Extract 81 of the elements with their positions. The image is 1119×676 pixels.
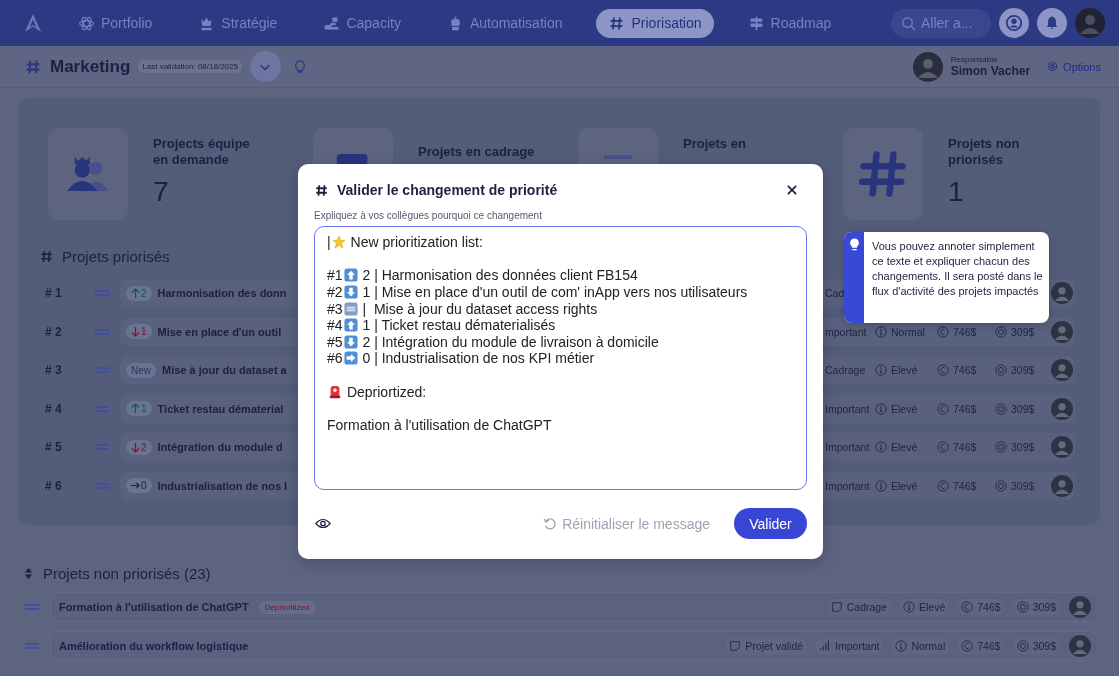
project-attribute: 746$ — [977, 601, 1001, 613]
rank-number: # 1 — [45, 286, 63, 300]
project-attribute: 309$ — [1011, 479, 1035, 492]
project-attribute: Projet validé — [745, 640, 804, 652]
project-attribute: 746$ — [953, 441, 977, 453]
rank-number: # 3 — [45, 363, 63, 377]
status-tag: Deprioritized — [258, 600, 316, 614]
message-text: #1 — [327, 267, 343, 284]
message-text: New prioritization list: — [349, 234, 483, 251]
project-attribute: Normal — [891, 325, 925, 338]
rank-change-badge: 1 — [126, 401, 152, 416]
section-title: Projets non priorisés (23) — [43, 565, 211, 582]
message-text: 0 | Industrialisation de nos KPI métier — [361, 350, 595, 367]
message-text: #4 — [327, 317, 343, 334]
project-title: Mise en place d'un outil — [157, 325, 282, 338]
section-title: Projets priorisés — [62, 248, 170, 265]
project-attribute: Normal — [911, 640, 946, 652]
stat-title: Projets non priorisés — [948, 136, 1021, 168]
project-attribute: Cadrage — [825, 364, 866, 376]
dialog-title: Valider le changement de priorité — [337, 182, 558, 198]
project-attribute: 309$ — [1011, 325, 1035, 338]
rank-change-badge: 0 — [126, 478, 152, 493]
project-title: Intégration du module d — [157, 441, 283, 453]
project-attribute: 746$ — [953, 325, 977, 338]
message-text: 1 | Ticket restau dématerialisés — [361, 317, 556, 334]
project-attribute: Important — [835, 640, 880, 652]
stat-value: 7 — [153, 176, 170, 208]
message-text: #5 — [327, 333, 343, 350]
project-attribute: Elevé — [891, 402, 918, 415]
project-title: Mise à jour du dataset a — [162, 364, 287, 376]
project-attribute: 746$ — [977, 640, 1001, 652]
project-title: Harmonisation des donn — [157, 287, 287, 299]
project-attribute: 309$ — [1032, 640, 1056, 652]
project-attribute: Elevé — [919, 601, 946, 613]
project-title: Amélioration du workflow logistique — [59, 640, 249, 652]
message-text: 2 | Harmonisation des données client FB154 — [361, 267, 638, 284]
rank-number: # 2 — [45, 324, 63, 339]
rank-number: # 5 — [45, 440, 63, 454]
project-attribute: 746$ — [953, 364, 977, 376]
project-title: Industrialisation de nos I — [157, 479, 288, 492]
project-attribute: 746$ — [953, 479, 977, 492]
stat-value: 1 — [948, 176, 965, 208]
project-title: Formation à l'utilisation de ChatGPT — [59, 601, 249, 613]
message-text: 2 | Intégration du module de livraison à domicile — [361, 333, 659, 350]
message-text: Depriortized: — [345, 383, 427, 400]
stat-title: Projets en — [683, 136, 747, 152]
rank-number: # 4 — [45, 401, 63, 416]
project-attribute: Cad — [825, 287, 845, 299]
project-attribute: mportant — [825, 325, 867, 338]
message-text: #6 — [327, 350, 343, 367]
rank-change-badge: 2 — [126, 439, 152, 455]
tooltip-text: Vous pouvez annoter simplement ce texte et expliquer chacun des changements. Il sera posté dans le flux d'activité des projets impactés — [871, 239, 1044, 299]
project-title: Ticket restau dématerial — [157, 402, 284, 415]
project-attribute: 309$ — [1011, 441, 1035, 453]
message-text: Formation à l'utilisation de ChatGPT — [327, 416, 552, 433]
message-text: 1 | Mise en place d'un outil de com' inApp vers nos utilisateurs — [361, 284, 748, 301]
message-text: | Mise à jour du dataset access rights — [361, 300, 598, 317]
project-attribute: Elevé — [891, 479, 918, 492]
project-attribute: Important — [825, 441, 870, 453]
message-text: #2 — [327, 284, 343, 301]
project-attribute: Elevé — [891, 364, 918, 376]
owner-label: Responsable — [950, 55, 999, 64]
rank-change-badge: New — [126, 362, 156, 378]
rank-change-badge: 1 — [126, 324, 152, 339]
project-attribute: Elevé — [891, 441, 918, 453]
project-attribute: Important — [825, 479, 870, 492]
stat-title: Projects équipe en demande — [153, 136, 251, 168]
validation-date: Last validation: 08/18/2025 — [138, 60, 242, 73]
project-attribute: 746$ — [953, 402, 977, 415]
rank-number: # 6 — [45, 478, 63, 493]
project-attribute: 309$ — [1011, 402, 1035, 415]
message-text: #3 — [327, 300, 343, 317]
field-label: Expliquez à vos collègues pourquoi ce changement — [314, 210, 543, 221]
project-attribute: 309$ — [1032, 601, 1056, 613]
project-attribute: Important — [825, 402, 870, 415]
page-title: Marketing — [50, 56, 131, 77]
project-attribute: Cadrage — [846, 601, 887, 613]
project-attribute: 309$ — [1011, 364, 1035, 376]
rank-change-badge: 2 — [126, 285, 152, 301]
message-text: | — [327, 234, 331, 251]
owner-name: Simon Vacher — [950, 64, 1031, 78]
